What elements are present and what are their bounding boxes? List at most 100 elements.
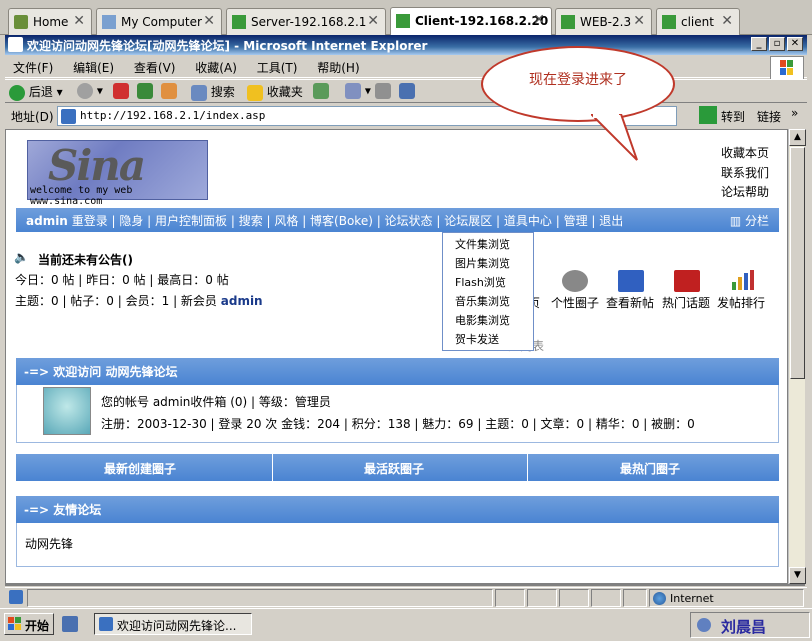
- stats-totals: 主题：0 | 帖子：0 | 会员：1 | 新会员 admin: [15, 294, 263, 308]
- search-icon: [191, 84, 207, 101]
- scroll-up-button[interactable]: ▲: [789, 129, 806, 146]
- vm-tab-strip: Home ✕ My Computer ✕ Server-192.168.2.1 …: [0, 0, 812, 36]
- status-segment: [623, 589, 647, 607]
- help-link[interactable]: 论坛帮助: [721, 183, 769, 200]
- go-arrow-icon[interactable]: [699, 106, 717, 124]
- ie-icon: [8, 37, 23, 52]
- windows-logo-icon: [770, 56, 804, 80]
- menu-item-files[interactable]: 文件集浏览: [455, 235, 533, 254]
- stop-icon: [113, 83, 129, 99]
- zone-indicator: Internet: [649, 589, 804, 607]
- close-icon[interactable]: ✕: [633, 13, 645, 29]
- vm-tab-server[interactable]: Server-192.168.2.1 ✕: [226, 8, 386, 35]
- new-member-link[interactable]: admin: [221, 294, 263, 308]
- window-title: 欢迎访问动网先锋论坛[动网先锋论坛] - Microsoft Internet …: [27, 39, 428, 53]
- quicklaunch-ie-icon[interactable]: [62, 616, 78, 632]
- menu-help[interactable]: 帮助(H): [309, 56, 367, 76]
- tab-hot-circles[interactable]: 最热门圈子: [620, 460, 680, 477]
- print-button[interactable]: [375, 83, 391, 99]
- close-icon[interactable]: ✕: [533, 12, 545, 28]
- search-button[interactable]: 搜索: [191, 83, 235, 101]
- vm-tab-label: Server-192.168.2.1: [251, 15, 367, 29]
- friend-forum-link[interactable]: 动网先锋: [25, 535, 73, 552]
- menu-item-cards[interactable]: 贺卡发送: [455, 330, 533, 349]
- mail-button[interactable]: ▾: [345, 83, 371, 99]
- start-button[interactable]: 开始: [4, 613, 54, 635]
- welcome-header: -=> 欢迎访问 动网先锋论坛: [16, 358, 779, 385]
- bookmark-link[interactable]: 收藏本页: [721, 144, 769, 161]
- vm-tab-web[interactable]: WEB-2.3 ✕: [555, 8, 652, 35]
- taskbar: 开始 欢迎访问动网先锋论... 刘晨昌: [0, 608, 812, 641]
- ie-icon: [99, 617, 113, 631]
- vertical-scrollbar[interactable]: ▲ ▼: [788, 129, 806, 584]
- chart-icon: [730, 268, 756, 290]
- forum-nav-bar: admin 重登录 | 隐身 | 用户控制面板 | 搜索 | 风格 | 博客(B…: [16, 208, 779, 232]
- forward-button[interactable]: ▾: [77, 83, 103, 99]
- vm-play-icon: [232, 15, 246, 29]
- stop-button[interactable]: [113, 83, 129, 99]
- menu-item-movies[interactable]: 电影集浏览: [455, 311, 533, 330]
- vm-tab-client-active[interactable]: Client-192.168.2.20 ✕: [390, 7, 552, 36]
- refresh-button[interactable]: [137, 83, 153, 99]
- vm-tab-client2[interactable]: client ✕: [656, 8, 740, 35]
- url-text: http://192.168.2.1/index.asp: [80, 109, 266, 122]
- logo-text: Sina: [48, 141, 146, 190]
- close-button[interactable]: ✕: [787, 37, 803, 51]
- quick-new-posts[interactable]: 查看新帖: [606, 294, 654, 311]
- nav-username[interactable]: admin: [26, 214, 68, 228]
- edit-button[interactable]: [399, 83, 415, 99]
- menu-item-music[interactable]: 音乐集浏览: [455, 292, 533, 311]
- close-icon[interactable]: ✕: [73, 13, 85, 29]
- vm-tab-home[interactable]: Home ✕: [8, 8, 92, 35]
- site-logo[interactable]: Sina welcome to my web www.sina.com: [27, 140, 208, 207]
- status-segment: [559, 589, 589, 607]
- menu-tools[interactable]: 工具(T): [249, 56, 306, 76]
- avatar[interactable]: [43, 387, 91, 435]
- minimize-button[interactable]: _: [751, 37, 767, 51]
- menu-edit[interactable]: 编辑(E): [65, 56, 122, 76]
- vm-tab-my-computer[interactable]: My Computer ✕: [96, 8, 222, 35]
- favorites-button[interactable]: 收藏夹: [247, 83, 303, 101]
- menu-item-flash[interactable]: Flash浏览: [455, 273, 533, 292]
- star-icon: [247, 84, 263, 101]
- history-icon: [313, 83, 329, 99]
- scroll-down-button[interactable]: ▼: [789, 567, 806, 584]
- divider: [272, 454, 273, 481]
- menu-file[interactable]: 文件(F): [5, 56, 61, 76]
- links-button[interactable]: 链接: [757, 108, 781, 125]
- vm-tab-label: Client-192.168.2.20: [415, 14, 549, 28]
- logo-subtitle: welcome to my web www.sina.com: [30, 185, 133, 207]
- stats-daily: 今日：0 帖 | 昨日：0 帖 | 最高日：0 帖: [15, 273, 229, 287]
- chevron-right-icon[interactable]: »: [791, 106, 798, 120]
- split-view-button[interactable]: ▥ 分栏: [730, 212, 769, 229]
- quick-circles[interactable]: 个性圈子: [551, 294, 599, 311]
- quick-hot-topics[interactable]: 热门话题: [662, 294, 710, 311]
- close-icon[interactable]: ✕: [367, 13, 379, 29]
- announcement: 当前还未有公告(): [38, 253, 133, 267]
- divider: [5, 584, 805, 586]
- tray-icon[interactable]: [697, 618, 711, 632]
- contact-link[interactable]: 联系我们: [721, 164, 769, 181]
- close-icon[interactable]: ✕: [721, 13, 733, 29]
- close-icon[interactable]: ✕: [203, 13, 215, 29]
- menu-item-images[interactable]: 图片集浏览: [455, 254, 533, 273]
- nav-items[interactable]: 重登录 | 隐身 | 用户控制面板 | 搜索 | 风格 | 博客(Boke) |…: [72, 214, 624, 228]
- scroll-thumb[interactable]: [790, 147, 805, 379]
- go-button[interactable]: 转到: [721, 108, 745, 125]
- menu-view[interactable]: 查看(V): [126, 56, 184, 76]
- split-icon: ▥: [729, 214, 742, 228]
- tab-newest-circles[interactable]: 最新创建圈子: [104, 460, 176, 477]
- tab-active-circles[interactable]: 最活跃圈子: [364, 460, 424, 477]
- home-icon: [14, 15, 28, 29]
- status-bar: Internet: [5, 587, 807, 607]
- quick-post-ranking[interactable]: 发帖排行: [717, 294, 765, 311]
- taskbar-ie-window[interactable]: 欢迎访问动网先锋论...: [94, 613, 252, 635]
- history-button[interactable]: [313, 83, 329, 99]
- menu-favorites[interactable]: 收藏(A): [187, 56, 245, 76]
- window-title-bar: 欢迎访问动网先锋论坛[动网先锋论坛] - Microsoft Internet …: [5, 35, 807, 55]
- maximize-button[interactable]: ▫: [769, 37, 785, 51]
- back-button[interactable]: 后退 ▾: [9, 83, 63, 101]
- vm-play-icon: [561, 15, 575, 29]
- mail-icon: [345, 83, 361, 99]
- home-button[interactable]: [161, 83, 177, 99]
